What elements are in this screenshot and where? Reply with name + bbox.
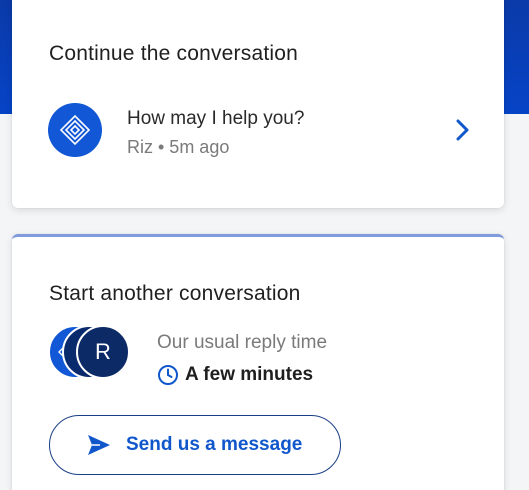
conversation-meta: Riz • 5m ago (127, 137, 230, 157)
continue-conversation-card: Continue the conversation How may I help… (12, 0, 504, 208)
chevron-right-icon[interactable] (452, 116, 472, 144)
conversation-last-message: How may I help you? (127, 108, 305, 129)
send-icon (88, 435, 110, 455)
conversation-item[interactable]: How may I help you? Riz • 5m ago (48, 103, 478, 161)
send-message-button[interactable]: Send us a message (49, 415, 341, 475)
start-conversation-card: Start another conversation R Our usual r… (12, 234, 504, 490)
avatar: R (76, 325, 130, 379)
continue-card-title: Continue the conversation (49, 42, 298, 65)
reply-time-row: A few minutes (157, 363, 313, 387)
clock-icon (158, 365, 178, 385)
team-avatars: R (48, 325, 138, 383)
start-card-title: Start another conversation (49, 282, 301, 305)
reply-time-label: Our usual reply time (157, 332, 328, 353)
bot-logo-icon (48, 103, 102, 157)
send-message-label: Send us a message (126, 434, 303, 455)
reply-time-value: A few minutes (185, 364, 314, 385)
